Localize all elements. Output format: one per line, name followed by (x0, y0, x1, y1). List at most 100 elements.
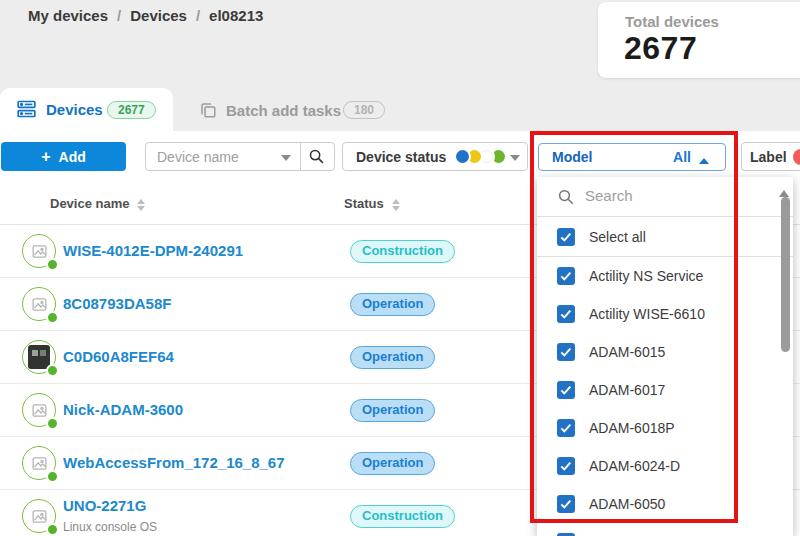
model-label: Model (552, 149, 592, 165)
breadcrumb-separator: / (187, 7, 209, 24)
online-dot (46, 470, 59, 483)
checkbox-checked[interactable] (557, 457, 575, 475)
checkbox-checked[interactable] (557, 267, 575, 285)
plus-icon: + (41, 148, 50, 165)
dropdown-option-label: ADAM-6050 (589, 496, 665, 512)
dropdown-option-label: ADAM-6015 (589, 344, 665, 360)
online-dot (46, 258, 59, 271)
search-icon[interactable] (308, 148, 325, 165)
breadcrumb: My devices/Devices/el08213 (28, 7, 263, 24)
image-placeholder-icon (30, 296, 49, 313)
dropdown-option[interactable]: Actility NS Service (537, 257, 793, 295)
scrollbar-thumb[interactable] (781, 197, 790, 352)
dropdown-option[interactable]: ADAM-6024-D (537, 447, 793, 485)
online-dot (46, 311, 59, 324)
total-devices-card: Total devices 2677 (598, 2, 800, 78)
breadcrumb-current: el08213 (209, 7, 263, 24)
tab-devices-label: Devices (46, 101, 103, 118)
status-badge: Operation (350, 399, 435, 422)
batch-count-badge: 180 (343, 101, 385, 119)
search-icon (557, 188, 575, 206)
status-dot-blue (454, 148, 471, 165)
dropdown-search-row: Search (537, 177, 793, 217)
dropdown-option-label: Actility NS Service (589, 268, 703, 284)
dropdown-option-label: ADAM-6017 (589, 382, 665, 398)
dropdown-option-label: Select all (589, 229, 646, 245)
dropdown-option-label: ADAM-6018P (589, 420, 675, 436)
checkbox-checked[interactable] (557, 495, 575, 513)
label-filter-label: Label (750, 149, 787, 165)
chevron-down-icon (510, 155, 520, 166)
online-dot (46, 523, 59, 536)
checkbox-checked[interactable] (557, 228, 575, 246)
column-header-status[interactable]: Status (344, 196, 384, 211)
dropdown-option-select-all[interactable]: Select all (537, 217, 793, 257)
device-name-link[interactable]: WISE-4012E-DPM-240291 (63, 242, 243, 259)
device-avatar (22, 499, 56, 533)
status-badge: Operation (350, 293, 435, 316)
dropdown-option[interactable]: ADAM-6015 (537, 333, 793, 371)
device-avatar (22, 287, 56, 321)
device-name-input[interactable]: Device name (157, 149, 239, 165)
status-dots (454, 148, 507, 165)
dropdown-option[interactable]: Actility WISE-6610 (537, 295, 793, 333)
dropdown-option-label: ADAM-6024-D (589, 458, 680, 474)
device-status-label: Device status (356, 149, 446, 165)
model-value: All (673, 149, 691, 165)
dropdown-option[interactable]: ADAM-6051 (537, 523, 793, 536)
breadcrumb-my-devices[interactable]: My devices (28, 7, 108, 24)
dropdown-option-label: Actility WISE-6610 (589, 306, 705, 322)
model-dropdown-panel: Search Select all Actility NS Service Ac… (537, 177, 793, 536)
image-placeholder-icon (30, 455, 49, 472)
device-avatar (22, 340, 56, 374)
image-placeholder-icon (30, 508, 49, 525)
devices-icon (16, 99, 37, 119)
online-dot (46, 417, 59, 430)
device-avatar (22, 446, 56, 480)
dropdown-option[interactable]: ADAM-6017 (537, 371, 793, 409)
image-placeholder-icon (30, 243, 49, 260)
label-filter[interactable]: Label (741, 142, 800, 171)
device-name-search: Device name (145, 142, 335, 171)
device-avatar (22, 234, 56, 268)
breadcrumb-devices[interactable]: Devices (130, 7, 187, 24)
column-header-device-name[interactable]: Device name (50, 196, 130, 211)
label-dot-red (793, 149, 800, 165)
total-devices-label: Total devices (625, 13, 719, 30)
breadcrumb-separator: / (108, 7, 130, 24)
device-avatar (22, 393, 56, 427)
sort-icon[interactable] (392, 195, 400, 215)
checkbox-checked[interactable] (557, 419, 575, 437)
dropdown-option[interactable]: ADAM-6050 (537, 485, 793, 523)
add-button[interactable]: + Add (1, 142, 126, 171)
model-filter[interactable]: Model All (538, 143, 726, 171)
online-dot (46, 364, 59, 377)
tab-batch-add-tasks[interactable]: Batch add tasks (226, 102, 341, 119)
devices-count-badge: 2677 (107, 101, 156, 119)
device-name-link[interactable]: Nick-ADAM-3600 (63, 401, 183, 418)
sort-icon[interactable] (137, 195, 145, 215)
checkbox-checked[interactable] (557, 343, 575, 361)
device-name-link[interactable]: WebAccessFrom_172_16_8_67 (63, 454, 285, 471)
status-badge: Construction (350, 240, 455, 263)
device-name-link[interactable]: 8C08793DA58F (63, 295, 171, 312)
status-badge: Operation (350, 346, 435, 369)
batch-tasks-icon (199, 101, 217, 119)
image-placeholder-icon (30, 402, 49, 419)
checkbox-checked[interactable] (557, 305, 575, 323)
add-button-label: Add (59, 149, 86, 165)
page-header: My devices/Devices/el08213 Total devices… (0, 0, 800, 131)
dropdown-search-input[interactable]: Search (585, 187, 633, 204)
divider (300, 143, 301, 170)
device-status-filter[interactable]: Device status (342, 142, 528, 171)
status-badge: Operation (350, 452, 435, 475)
dropdown-option[interactable]: ADAM-6018P (537, 409, 793, 447)
device-name-link[interactable]: UNO-2271G (63, 497, 146, 514)
status-badge: Construction (350, 505, 455, 528)
chevron-down-icon[interactable] (281, 155, 291, 166)
device-name-link[interactable]: C0D60A8FEF64 (63, 348, 174, 365)
scrollbar-up-arrow[interactable] (779, 185, 789, 197)
total-devices-value: 2677 (624, 30, 697, 67)
chevron-up-icon (699, 153, 709, 164)
checkbox-checked[interactable] (557, 381, 575, 399)
